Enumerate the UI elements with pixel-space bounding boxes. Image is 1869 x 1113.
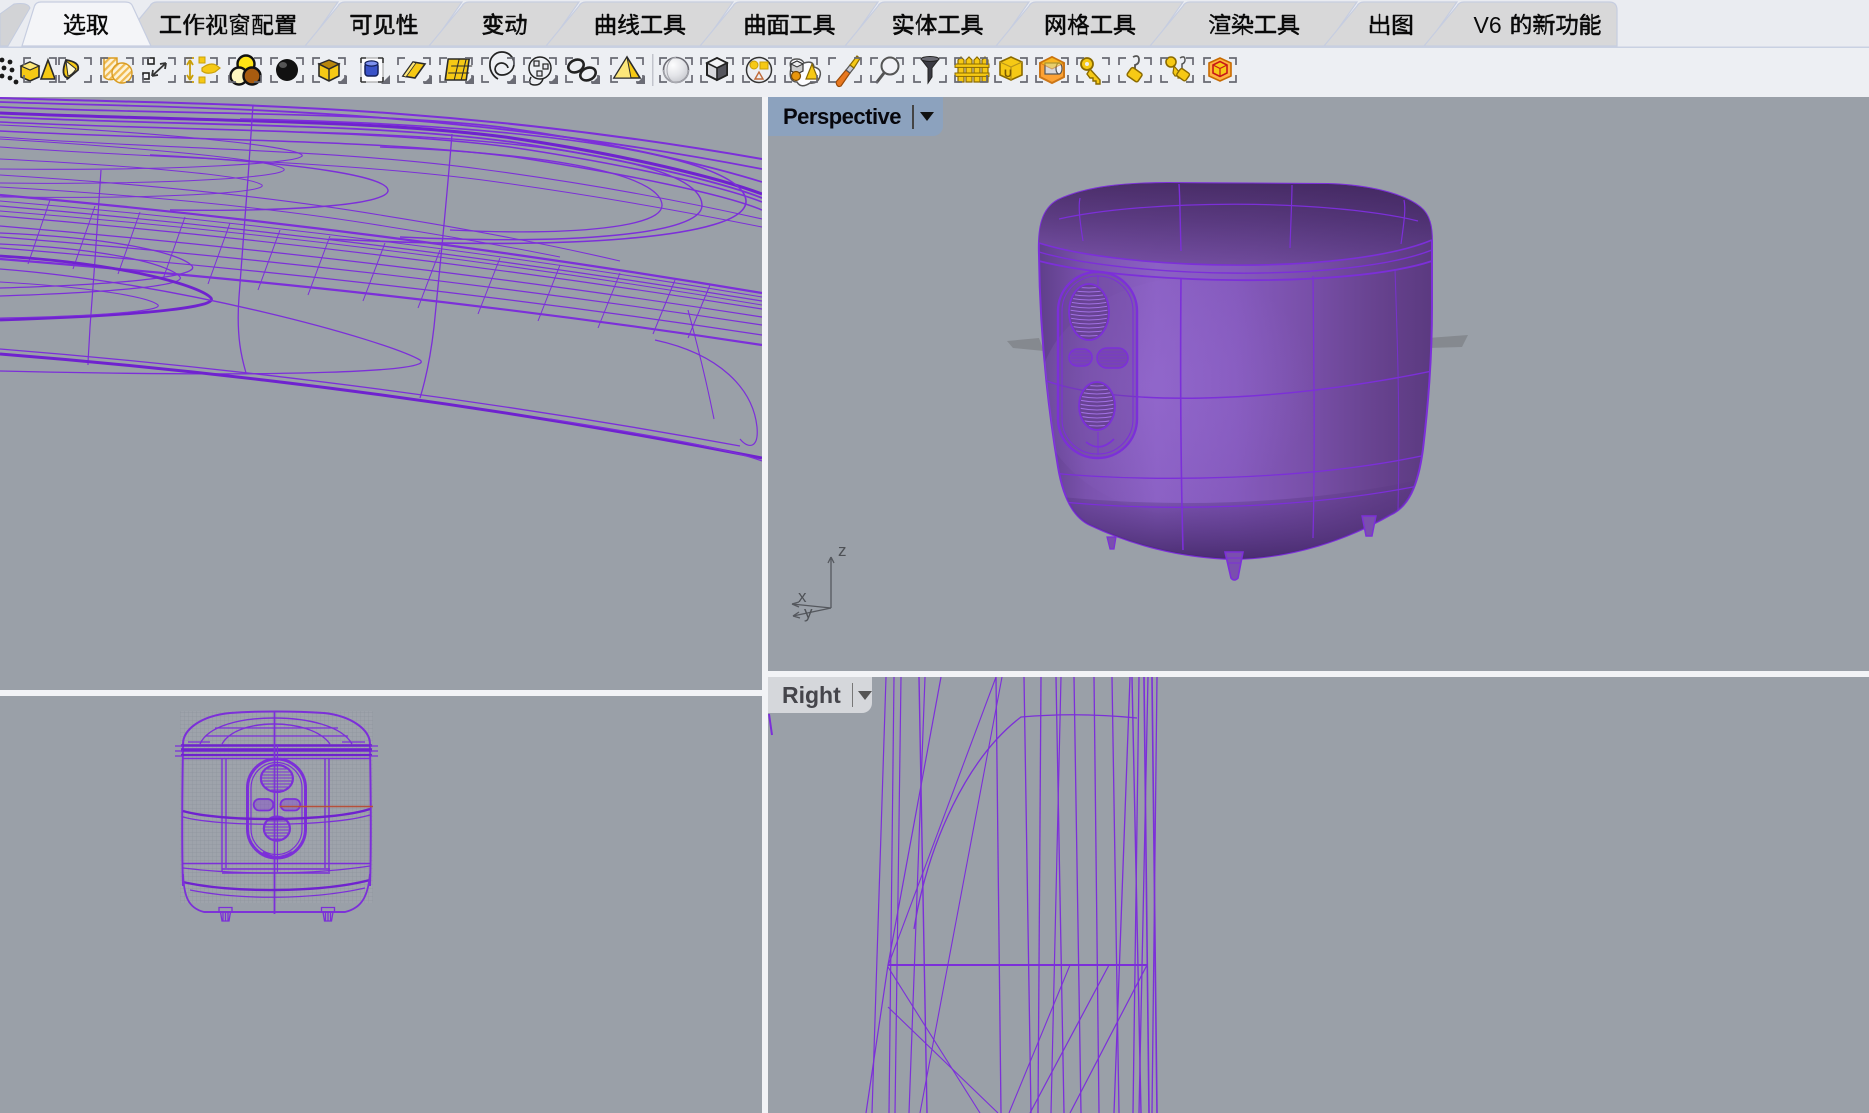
svg-text:U: U [1004, 68, 1012, 80]
svg-text:V6: V6 [1474, 12, 1502, 38]
svg-text:z: z [838, 541, 847, 560]
svg-text:y: y [804, 603, 813, 622]
